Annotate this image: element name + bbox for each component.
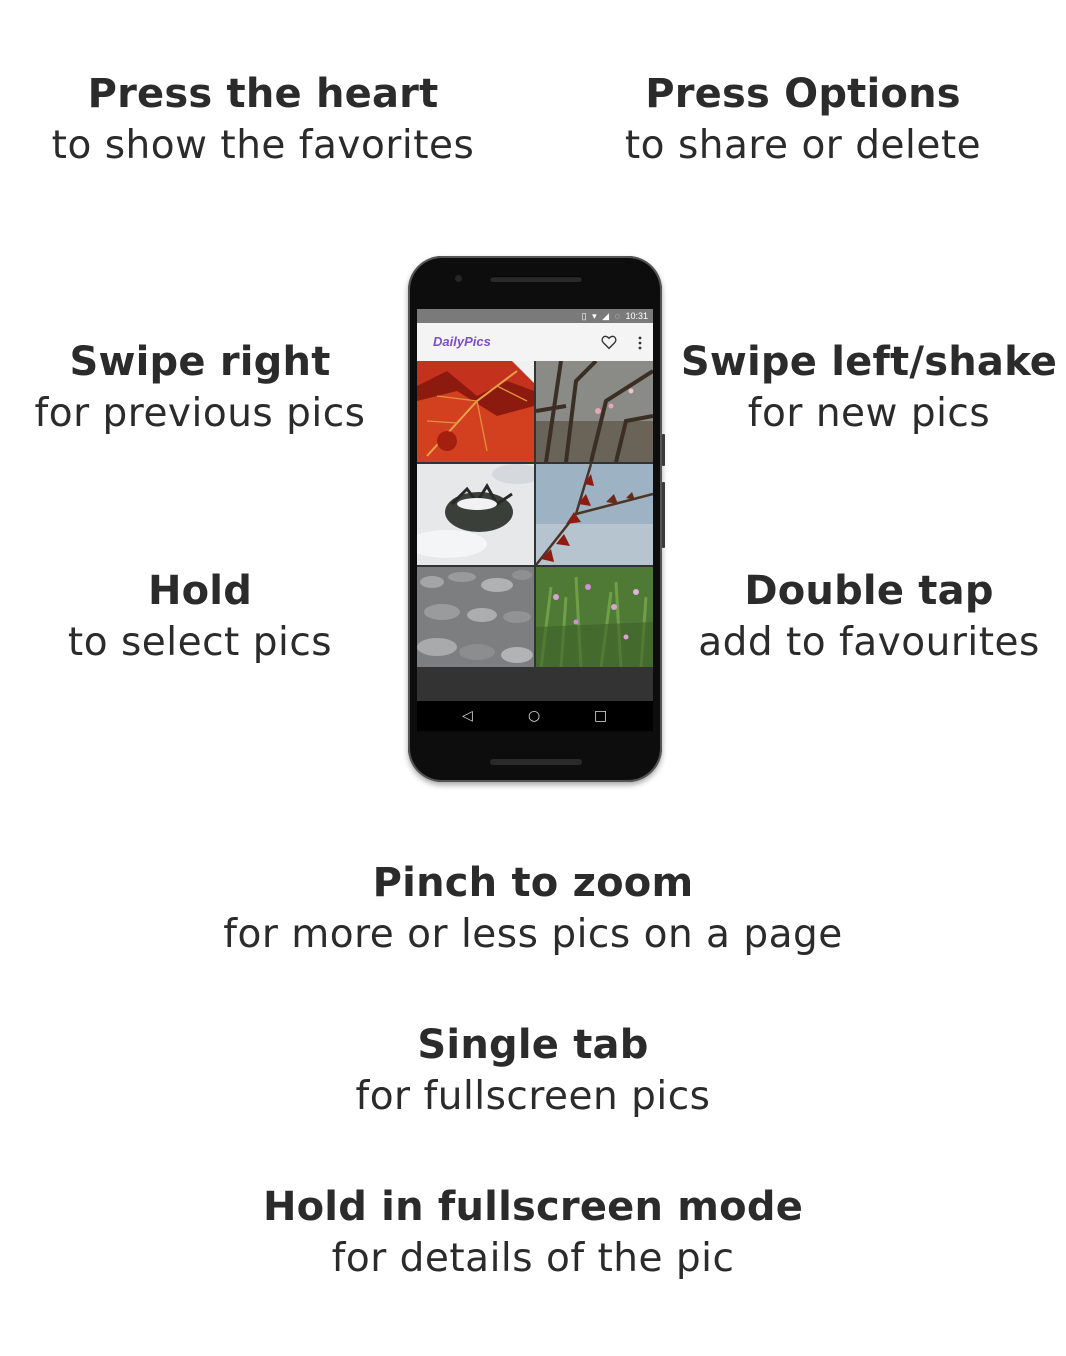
tip-double-tap: Double tap add to favourites — [680, 565, 1058, 669]
photo-thumbnail-branches[interactable] — [536, 361, 653, 462]
tip-subtitle: for more or less pics on a page — [223, 912, 843, 957]
tip-title: Pinch to zoom — [372, 860, 694, 906]
back-icon[interactable]: ◁ — [462, 708, 473, 724]
tip-title: Hold in fullscreen mode — [262, 1184, 804, 1230]
photo-thumbnail-gravel[interactable] — [417, 567, 534, 668]
tip-subtitle: to show the favorites — [51, 123, 475, 168]
tip-subtitle: for new pics — [747, 391, 991, 436]
tip-title: Hold — [147, 568, 253, 614]
tip-subtitle: to share or delete — [624, 123, 982, 168]
navigation-bar: ◁ ○ □ — [417, 701, 653, 731]
heart-icon[interactable] — [600, 333, 618, 351]
tip-single-tab: Single tab for fullscreen pics — [233, 1019, 833, 1123]
tip-title: Swipe left/shake — [680, 339, 1058, 385]
more-options-icon[interactable] — [637, 335, 643, 351]
photo-grid — [417, 361, 653, 668]
app-bar: DailyPics — [417, 323, 653, 361]
tip-subtitle: for previous pics — [34, 391, 366, 436]
photo-thumbnail-snow[interactable] — [417, 464, 534, 565]
tip-subtitle: for details of the pic — [331, 1236, 735, 1281]
status-time: 10:31 — [625, 311, 648, 321]
tip-title: Press the heart — [87, 71, 439, 117]
vibrate-icon: ▯ — [581, 311, 587, 321]
tip-subtitle: to select pics — [67, 620, 333, 665]
tip-pinch-zoom: Pinch to zoom for more or less pics on a… — [133, 857, 933, 961]
volume-button — [662, 482, 665, 548]
front-camera — [455, 275, 462, 282]
tip-title: Swipe right — [69, 339, 331, 385]
tip-swipe-left: Swipe left/shake for new pics — [680, 336, 1058, 440]
top-speaker — [490, 276, 582, 282]
photo-thumbnail-plants[interactable] — [536, 567, 653, 668]
tip-title: Single tab — [417, 1022, 649, 1068]
phone-screen: ▯ ▾ ◢ ◌ 10:31 DailyPics ◁ ○ □ — [417, 309, 653, 731]
app-title: DailyPics — [433, 334, 491, 349]
bottom-speaker — [490, 759, 582, 765]
photo-thumbnail-red-leaf[interactable] — [417, 361, 534, 462]
tip-press-options: Press Options to share or delete — [578, 68, 1028, 172]
recents-icon[interactable]: □ — [594, 708, 607, 724]
tip-subtitle: add to favourites — [698, 620, 1040, 665]
tip-swipe-right: Swipe right for previous pics — [20, 336, 380, 440]
tip-title: Double tap — [744, 568, 994, 614]
home-icon[interactable]: ○ — [528, 708, 540, 724]
status-bar: ▯ ▾ ◢ ◌ 10:31 — [417, 309, 653, 323]
tip-press-heart: Press the heart to show the favorites — [20, 68, 506, 172]
empty-grid-area — [417, 667, 653, 701]
signal-icon: ◢ — [602, 311, 610, 321]
tip-hold: Hold to select pics — [20, 565, 380, 669]
tip-title: Press Options — [645, 71, 961, 117]
tip-subtitle: for fullscreen pics — [355, 1074, 711, 1119]
photo-thumbnail-leaves-sky[interactable] — [536, 464, 653, 565]
power-button — [662, 434, 665, 466]
tip-hold-fullscreen: Hold in fullscreen mode for details of t… — [183, 1181, 883, 1285]
battery-icon: ◌ — [614, 311, 620, 321]
wifi-icon: ▾ — [592, 311, 597, 321]
phone-mockup: ▯ ▾ ◢ ◌ 10:31 DailyPics ◁ ○ □ — [408, 256, 665, 782]
